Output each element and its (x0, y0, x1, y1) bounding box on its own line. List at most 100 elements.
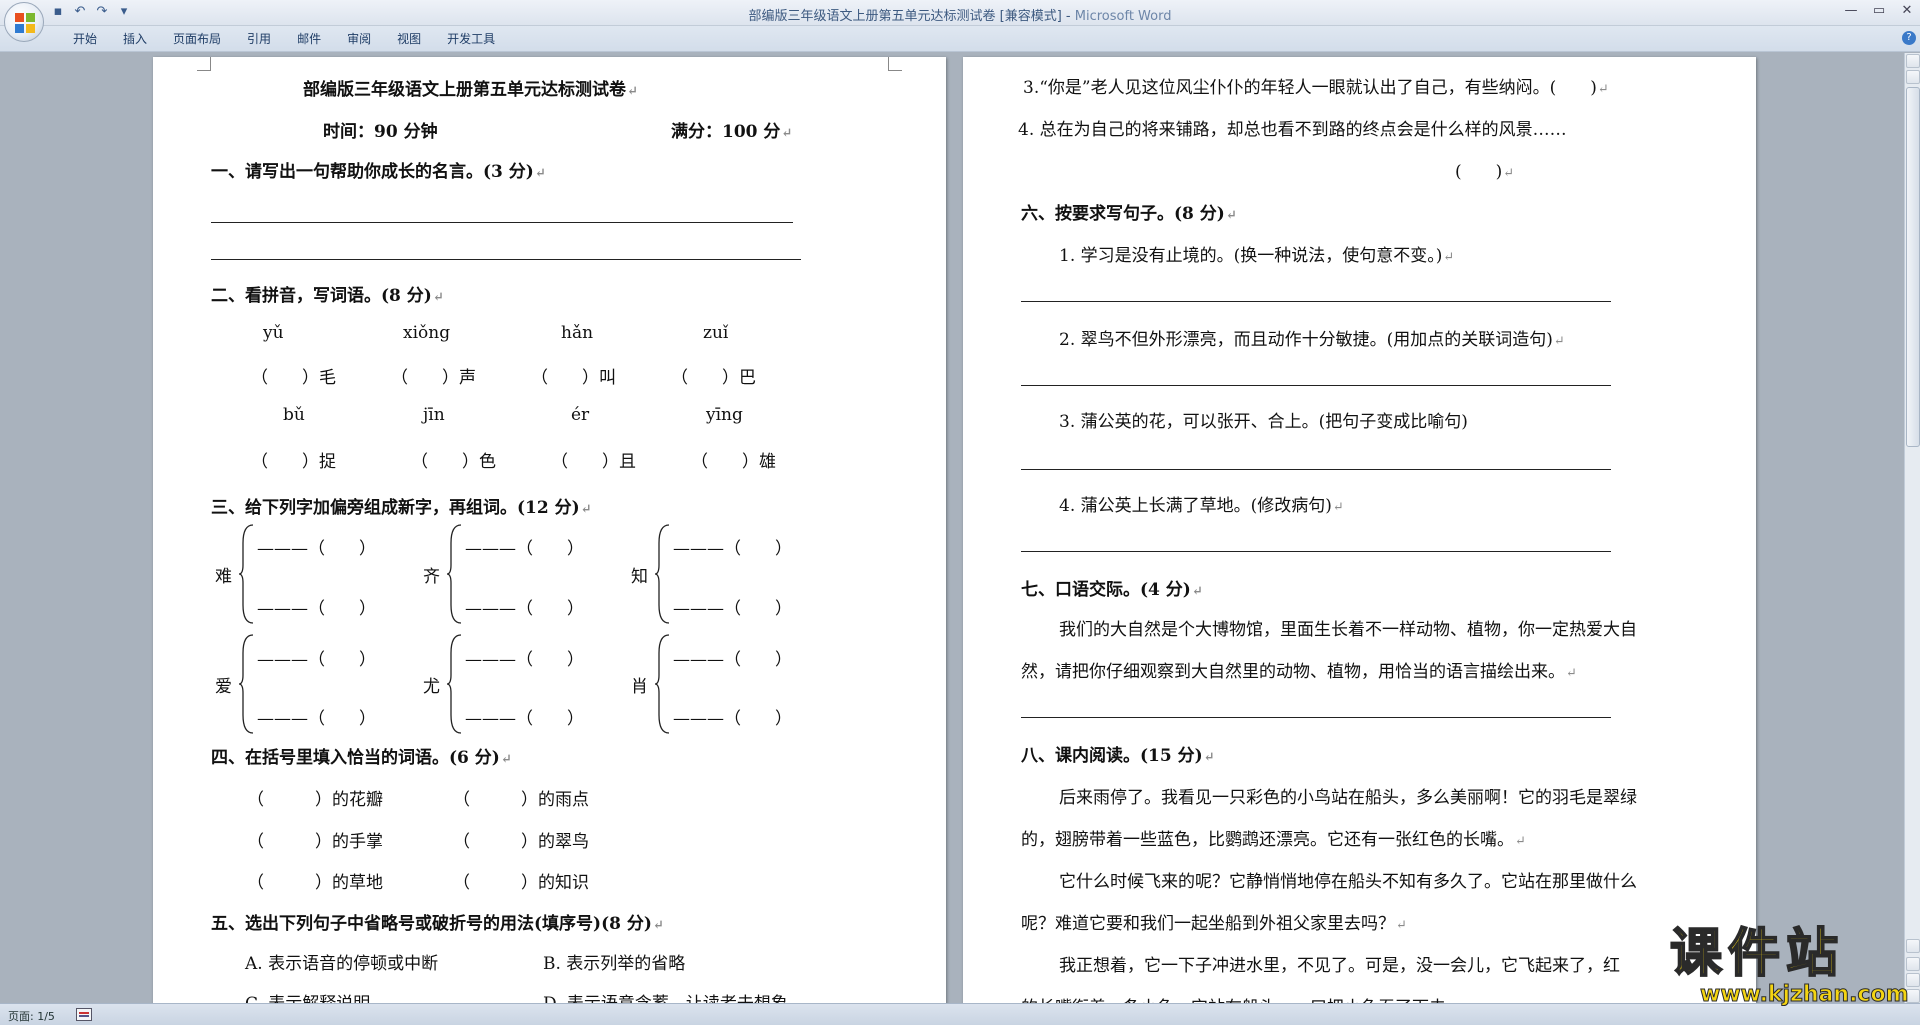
page-1[interactable]: 部编版三年级语文上册第五单元达标测试卷↵ 时间：90 分钟 满分：100 分↵ … (153, 57, 946, 1003)
section-2-heading: 二、看拼音，写词语。(8 分)↵ (211, 286, 444, 306)
task-6-1: 1. 学习是没有止境的。(换一种说法，使句意不变。)↵ (1059, 246, 1455, 266)
pinyin: bǔ (283, 405, 305, 425)
margin-corner-mark (197, 57, 211, 71)
exam-full-score: 满分：100 分↵ (671, 122, 793, 142)
reading-text: 的长嘴衔着一条小鱼。它站在船头，一口把小鱼吞了下去。 (1021, 993, 1463, 1003)
reading-text: 后来雨停了。我看见一只彩色的小鸟站在船头，多么美丽啊！它的羽毛是翠绿 (1059, 788, 1637, 808)
fill-blank[interactable]: ———（ ） (465, 704, 584, 729)
word-blank[interactable]: （ ）捉 (251, 447, 336, 472)
word-blank[interactable]: （ ）色 (411, 447, 496, 472)
pinyin: hǎn (561, 323, 594, 343)
fill-blank[interactable]: ———（ ） (673, 534, 792, 559)
minimize-button[interactable]: — (1844, 3, 1858, 19)
option-c: C. 表示解释说明 (245, 989, 370, 1003)
option-a: A. 表示语音的停顿或中断 (245, 954, 439, 974)
tab-references[interactable]: 引用 (234, 31, 284, 47)
word-blank[interactable]: （ ）巴 (671, 363, 756, 388)
watermark-title: 课件站 (1669, 924, 1845, 984)
watermark-url: www.kjzhan.com (1700, 982, 1910, 1007)
section-3-heading: 三、给下列字加偏旁组成新字，再组词。(12 分)↵ (211, 498, 592, 518)
fill-phrase[interactable]: （ ）的翠鸟 (453, 827, 589, 852)
page-counter[interactable]: 页面: 1/5 (8, 1008, 55, 1024)
fill-blank[interactable]: ———（ ） (257, 704, 376, 729)
reading-text: 它什么时候飞来的呢？它静悄悄地停在船头不知有多久了。它站在那里做什么 (1059, 872, 1637, 892)
section-7-text: 我们的大自然是个大博物馆，里面生长着不一样动物、植物，你一定热爱大自 (1059, 620, 1637, 640)
close-button[interactable]: ✕ (1900, 3, 1914, 19)
fill-phrase[interactable]: （ ）的花瓣 (247, 785, 383, 810)
question-4-paren[interactable]: ( )↵ (1455, 157, 1514, 182)
option-d: D. 表示语意含蓄，让读者去想象 (543, 989, 788, 1003)
answer-line[interactable] (211, 222, 793, 223)
question-4: 4. 总在为自己的将来铺路，却总也看不到路的终点会是什么样的风景…… (1018, 120, 1567, 140)
pinyin: ér (571, 405, 590, 425)
task-6-2: 2. 翠鸟不但外形漂亮，而且动作十分敏捷。(用加点的关联词造句)↵ (1059, 330, 1565, 350)
tab-home[interactable]: 开始 (60, 31, 110, 47)
brace-icon (239, 523, 255, 625)
document-title: 部编版三年级语文上册第五单元达标测试卷↵ (303, 80, 638, 100)
word-blank[interactable]: （ ）雄 (691, 447, 776, 472)
reading-text: 呢？难道它要和我们一起坐船到外祖父家里去吗？↵ (1021, 914, 1407, 934)
office-button[interactable] (4, 2, 44, 42)
brace-icon (239, 633, 255, 735)
pinyin: zuǐ (703, 323, 729, 343)
task-6-4: 4. 蒲公英上长满了草地。(修改病句)↵ (1059, 496, 1344, 516)
answer-line[interactable] (1021, 301, 1611, 302)
answer-line[interactable] (1021, 469, 1611, 470)
pinyin: yīng (706, 405, 743, 425)
section-7-text: 然，请把你仔细观察到大自然里的动物、植物，用恰当的语言描绘出来。↵ (1021, 662, 1577, 682)
section-1-heading: 一、请写出一句帮助你成长的名言。(3 分)↵ (211, 162, 546, 182)
reading-text: 的，翅膀带着一些蓝色，比鹦鹉还漂亮。它还有一张红色的长嘴。↵ (1021, 830, 1526, 850)
ruler-toggle-icon[interactable] (1906, 54, 1920, 68)
word-blank[interactable]: （ ）叫 (531, 363, 616, 388)
tab-mailings[interactable]: 邮件 (284, 31, 334, 47)
page-2[interactable]: 3.“你是”老人见这位风尘仆仆的年轻人一眼就认出了自己，有些纳闷。( )↵ 4.… (963, 57, 1756, 1003)
fill-blank[interactable]: ———（ ） (465, 534, 584, 559)
paragraph-mark: ↵ (627, 84, 638, 99)
fill-blank[interactable]: ———（ ） (465, 645, 584, 670)
tab-review[interactable]: 审阅 (334, 31, 384, 47)
answer-line[interactable] (211, 259, 801, 260)
vertical-scrollbar[interactable] (1904, 53, 1920, 1003)
fill-blank[interactable]: ———（ ） (673, 704, 792, 729)
fill-phrase[interactable]: （ ）的草地 (247, 868, 383, 893)
help-icon[interactable]: ? (1902, 31, 1916, 45)
fill-blank[interactable]: ———（ ） (673, 645, 792, 670)
fill-blank[interactable]: ———（ ） (257, 594, 376, 619)
radical-char: 肖 (631, 677, 648, 697)
scroll-thumb[interactable] (1906, 87, 1920, 447)
question-3: 3.“你是”老人见这位风尘仆仆的年轻人一眼就认出了自己，有些纳闷。( )↵ (1023, 78, 1609, 98)
document-workspace[interactable]: 部编版三年级语文上册第五单元达标测试卷↵ 时间：90 分钟 满分：100 分↵ … (0, 53, 1904, 1003)
fill-phrase[interactable]: （ ）的雨点 (453, 785, 589, 810)
word-blank[interactable]: （ ）且 (551, 447, 636, 472)
tab-insert[interactable]: 插入 (110, 31, 160, 47)
proofing-icon[interactable] (76, 1008, 92, 1021)
restore-button[interactable]: ▭ (1872, 3, 1886, 19)
fill-phrase[interactable]: （ ）的手掌 (247, 827, 383, 852)
tab-developer[interactable]: 开发工具 (434, 31, 508, 47)
fill-blank[interactable]: ———（ ） (673, 594, 792, 619)
title-separator: - (1061, 9, 1075, 24)
window-controls: — ▭ ✕ (1844, 3, 1914, 19)
section-8-heading: 八、课内阅读。(15 分)↵ (1021, 746, 1215, 766)
scroll-up-icon[interactable] (1906, 70, 1920, 84)
answer-line[interactable] (1021, 551, 1611, 552)
radical-char: 齐 (423, 567, 440, 587)
fill-phrase[interactable]: （ ）的知识 (453, 868, 589, 893)
section-7-heading: 七、口语交际。(4 分)↵ (1021, 580, 1203, 600)
fill-blank[interactable]: ———（ ） (257, 534, 376, 559)
word-blank[interactable]: （ ）声 (391, 363, 476, 388)
radical-char: 难 (215, 567, 232, 587)
pinyin: jīn (423, 405, 445, 425)
app-name: Microsoft Word (1074, 9, 1172, 24)
fill-blank[interactable]: ———（ ） (257, 645, 376, 670)
fill-blank[interactable]: ———（ ） (465, 594, 584, 619)
tab-page-layout[interactable]: 页面布局 (160, 31, 234, 47)
document-name: 部编版三年级语文上册第五单元达标测试卷 [兼容模式] (748, 9, 1062, 24)
tab-view[interactable]: 视图 (384, 31, 434, 47)
word-blank[interactable]: （ ）毛 (251, 363, 336, 388)
answer-line[interactable] (1021, 717, 1611, 718)
pinyin: yǔ (263, 323, 284, 343)
answer-line[interactable] (1021, 385, 1611, 386)
title-bar: ▪ ↶ ↷ ▾ 部编版三年级语文上册第五单元达标测试卷 [兼容模式] - Mic… (0, 0, 1920, 26)
exam-time: 时间：90 分钟 (323, 122, 438, 142)
